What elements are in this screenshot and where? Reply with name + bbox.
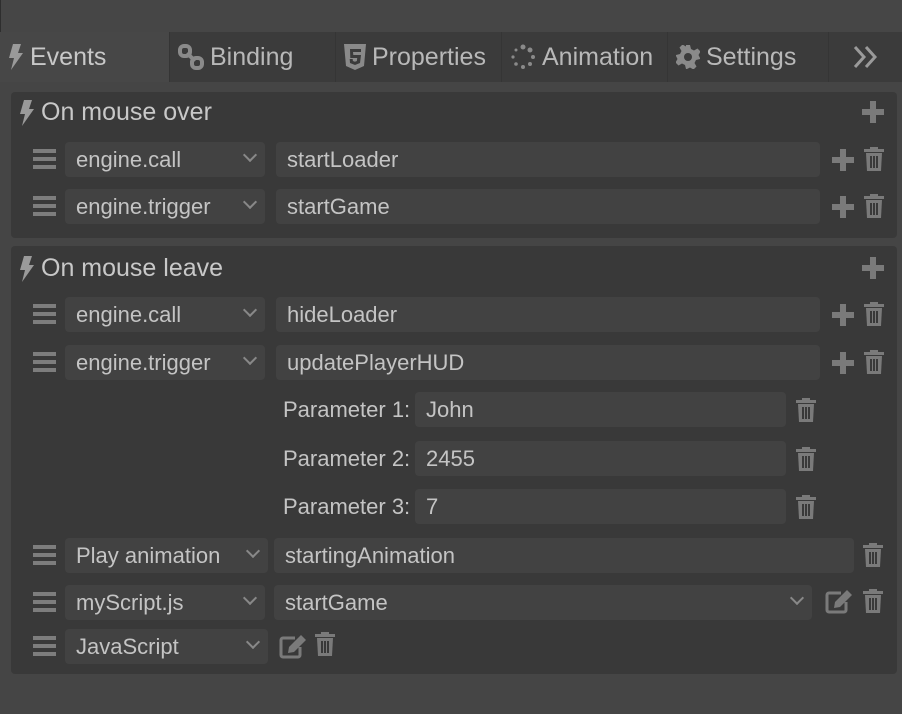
trash-icon bbox=[315, 632, 335, 656]
action-type-select[interactable]: JavaScript bbox=[65, 629, 268, 664]
add-action-button[interactable] bbox=[862, 101, 884, 123]
link-icon bbox=[178, 44, 204, 70]
chevron-down-icon bbox=[790, 591, 804, 605]
delete-parameter-button[interactable] bbox=[796, 495, 816, 519]
action-value-input[interactable]: hideLoader bbox=[276, 297, 820, 332]
chevron-down-icon bbox=[243, 303, 257, 317]
plus-icon bbox=[832, 352, 854, 374]
bolt-icon bbox=[8, 44, 24, 70]
trash-icon bbox=[864, 194, 884, 218]
tab-animation[interactable]: Animation bbox=[502, 32, 668, 82]
trash-icon bbox=[863, 543, 883, 567]
chevron-down-icon bbox=[246, 635, 260, 649]
delete-action-button[interactable] bbox=[863, 589, 883, 613]
trash-icon bbox=[796, 495, 816, 519]
trash-icon bbox=[863, 589, 883, 613]
drag-handle[interactable] bbox=[33, 545, 56, 565]
tab-bar: Events Binding Properties Animation Sett… bbox=[0, 32, 902, 82]
tab-properties[interactable]: Properties bbox=[336, 32, 502, 82]
action-value-input[interactable]: updatePlayerHUD bbox=[276, 345, 820, 380]
chevron-down-icon bbox=[243, 351, 257, 365]
action-type-select[interactable]: engine.call bbox=[65, 142, 265, 177]
delete-action-button[interactable] bbox=[315, 632, 335, 656]
action-value-input[interactable]: startGame bbox=[276, 189, 820, 224]
delete-parameter-button[interactable] bbox=[796, 398, 816, 422]
chevron-down-icon bbox=[243, 148, 257, 162]
edit-script-button[interactable] bbox=[825, 590, 853, 614]
delete-action-button[interactable] bbox=[864, 350, 884, 374]
group-title: On mouse leave bbox=[19, 254, 223, 283]
drag-handle[interactable] bbox=[33, 352, 56, 372]
drag-handle[interactable] bbox=[33, 149, 56, 169]
trash-icon bbox=[796, 398, 816, 422]
action-type-select[interactable]: myScript.js bbox=[65, 585, 265, 620]
animation-name-input[interactable]: startingAnimation bbox=[274, 538, 854, 573]
plus-icon bbox=[862, 257, 884, 279]
trash-icon bbox=[796, 447, 816, 471]
action-type-select[interactable]: engine.trigger bbox=[65, 345, 265, 380]
edit-script-button[interactable] bbox=[279, 635, 307, 659]
html5-icon bbox=[344, 44, 366, 70]
trash-icon bbox=[864, 302, 884, 326]
double-chevron-right-icon bbox=[853, 45, 879, 69]
delete-action-button[interactable] bbox=[863, 543, 883, 567]
add-parameter-button[interactable] bbox=[832, 149, 854, 171]
plus-icon bbox=[832, 196, 854, 218]
function-select[interactable]: startGame bbox=[274, 585, 812, 620]
action-type-select[interactable]: engine.call bbox=[65, 297, 265, 332]
bolt-icon bbox=[19, 256, 35, 282]
chevron-down-icon bbox=[243, 591, 257, 605]
action-value-input[interactable]: startLoader bbox=[276, 142, 820, 177]
chevron-down-icon bbox=[246, 544, 260, 558]
delete-parameter-button[interactable] bbox=[796, 447, 816, 471]
action-type-select[interactable]: Play animation bbox=[65, 538, 268, 573]
parameter-label: Parameter 1: bbox=[283, 397, 410, 423]
delete-action-button[interactable] bbox=[864, 302, 884, 326]
parameter-label: Parameter 3: bbox=[283, 494, 410, 520]
gear-icon bbox=[676, 45, 700, 69]
parameter-input[interactable]: 2455 bbox=[415, 441, 786, 476]
drag-handle[interactable] bbox=[33, 592, 56, 612]
plus-icon bbox=[862, 101, 884, 123]
edit-icon bbox=[825, 590, 853, 614]
edit-icon bbox=[279, 635, 307, 659]
add-parameter-button[interactable] bbox=[832, 196, 854, 218]
group-title: On mouse over bbox=[19, 98, 212, 127]
plus-icon bbox=[832, 149, 854, 171]
drag-handle[interactable] bbox=[33, 636, 56, 656]
tab-settings[interactable]: Settings bbox=[668, 32, 829, 82]
plus-icon bbox=[832, 304, 854, 326]
parameter-input[interactable]: John bbox=[415, 392, 786, 427]
chevron-down-icon bbox=[243, 195, 257, 209]
trash-icon bbox=[864, 350, 884, 374]
tab-events[interactable]: Events bbox=[0, 32, 170, 82]
spinner-icon bbox=[510, 44, 536, 70]
bolt-icon bbox=[19, 100, 35, 126]
trash-icon bbox=[864, 147, 884, 171]
add-parameter-button[interactable] bbox=[832, 304, 854, 326]
action-type-select[interactable]: engine.trigger bbox=[65, 189, 265, 224]
tab-binding[interactable]: Binding bbox=[170, 32, 336, 82]
parameter-input[interactable]: 7 bbox=[415, 489, 786, 524]
delete-action-button[interactable] bbox=[864, 147, 884, 171]
more-tabs-button[interactable] bbox=[829, 32, 902, 82]
delete-action-button[interactable] bbox=[864, 194, 884, 218]
add-parameter-button[interactable] bbox=[832, 352, 854, 374]
drag-handle[interactable] bbox=[33, 196, 56, 216]
top-bar bbox=[0, 0, 902, 32]
add-action-button[interactable] bbox=[862, 257, 884, 279]
drag-handle[interactable] bbox=[33, 304, 56, 324]
parameter-label: Parameter 2: bbox=[283, 446, 410, 472]
